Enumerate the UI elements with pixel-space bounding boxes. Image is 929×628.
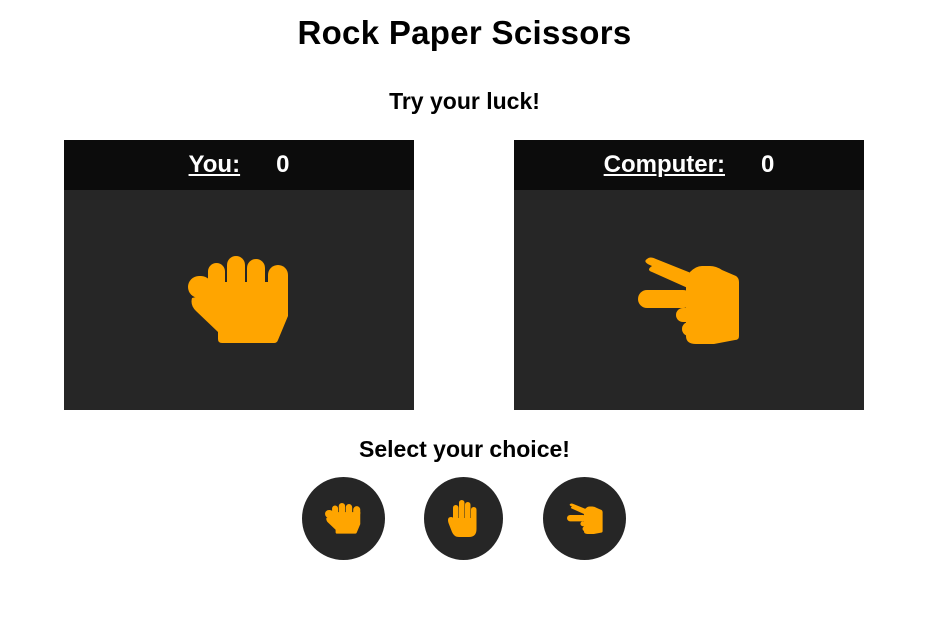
paper-hand-icon [448, 500, 477, 537]
player-score-header: You: 0 [64, 140, 414, 190]
page-subtitle: Try your luck! [389, 88, 540, 114]
computer-panel: Computer: 0 [514, 140, 864, 410]
rock-hand-icon [325, 503, 361, 534]
computer-label: Computer: [603, 151, 725, 178]
player-score: 0 [276, 151, 290, 178]
player-panel: You: 0 [64, 140, 414, 410]
rock-choice-button[interactable] [302, 477, 385, 560]
rock-hand-icon [188, 256, 288, 343]
scissors-hand-icon [567, 503, 603, 534]
scissors-hand-icon [638, 257, 739, 344]
computer-score-header: Computer: 0 [514, 140, 864, 190]
player-label: You: [188, 151, 241, 178]
computer-score: 0 [760, 151, 775, 178]
computer-hand-display [514, 190, 864, 410]
scissors-choice-button[interactable] [543, 477, 626, 560]
paper-choice-button[interactable] [424, 477, 503, 560]
select-choice-prompt: Select your choice! [359, 436, 570, 462]
page-title: Rock Paper Scissors [297, 14, 632, 51]
player-hand-display [64, 190, 414, 410]
